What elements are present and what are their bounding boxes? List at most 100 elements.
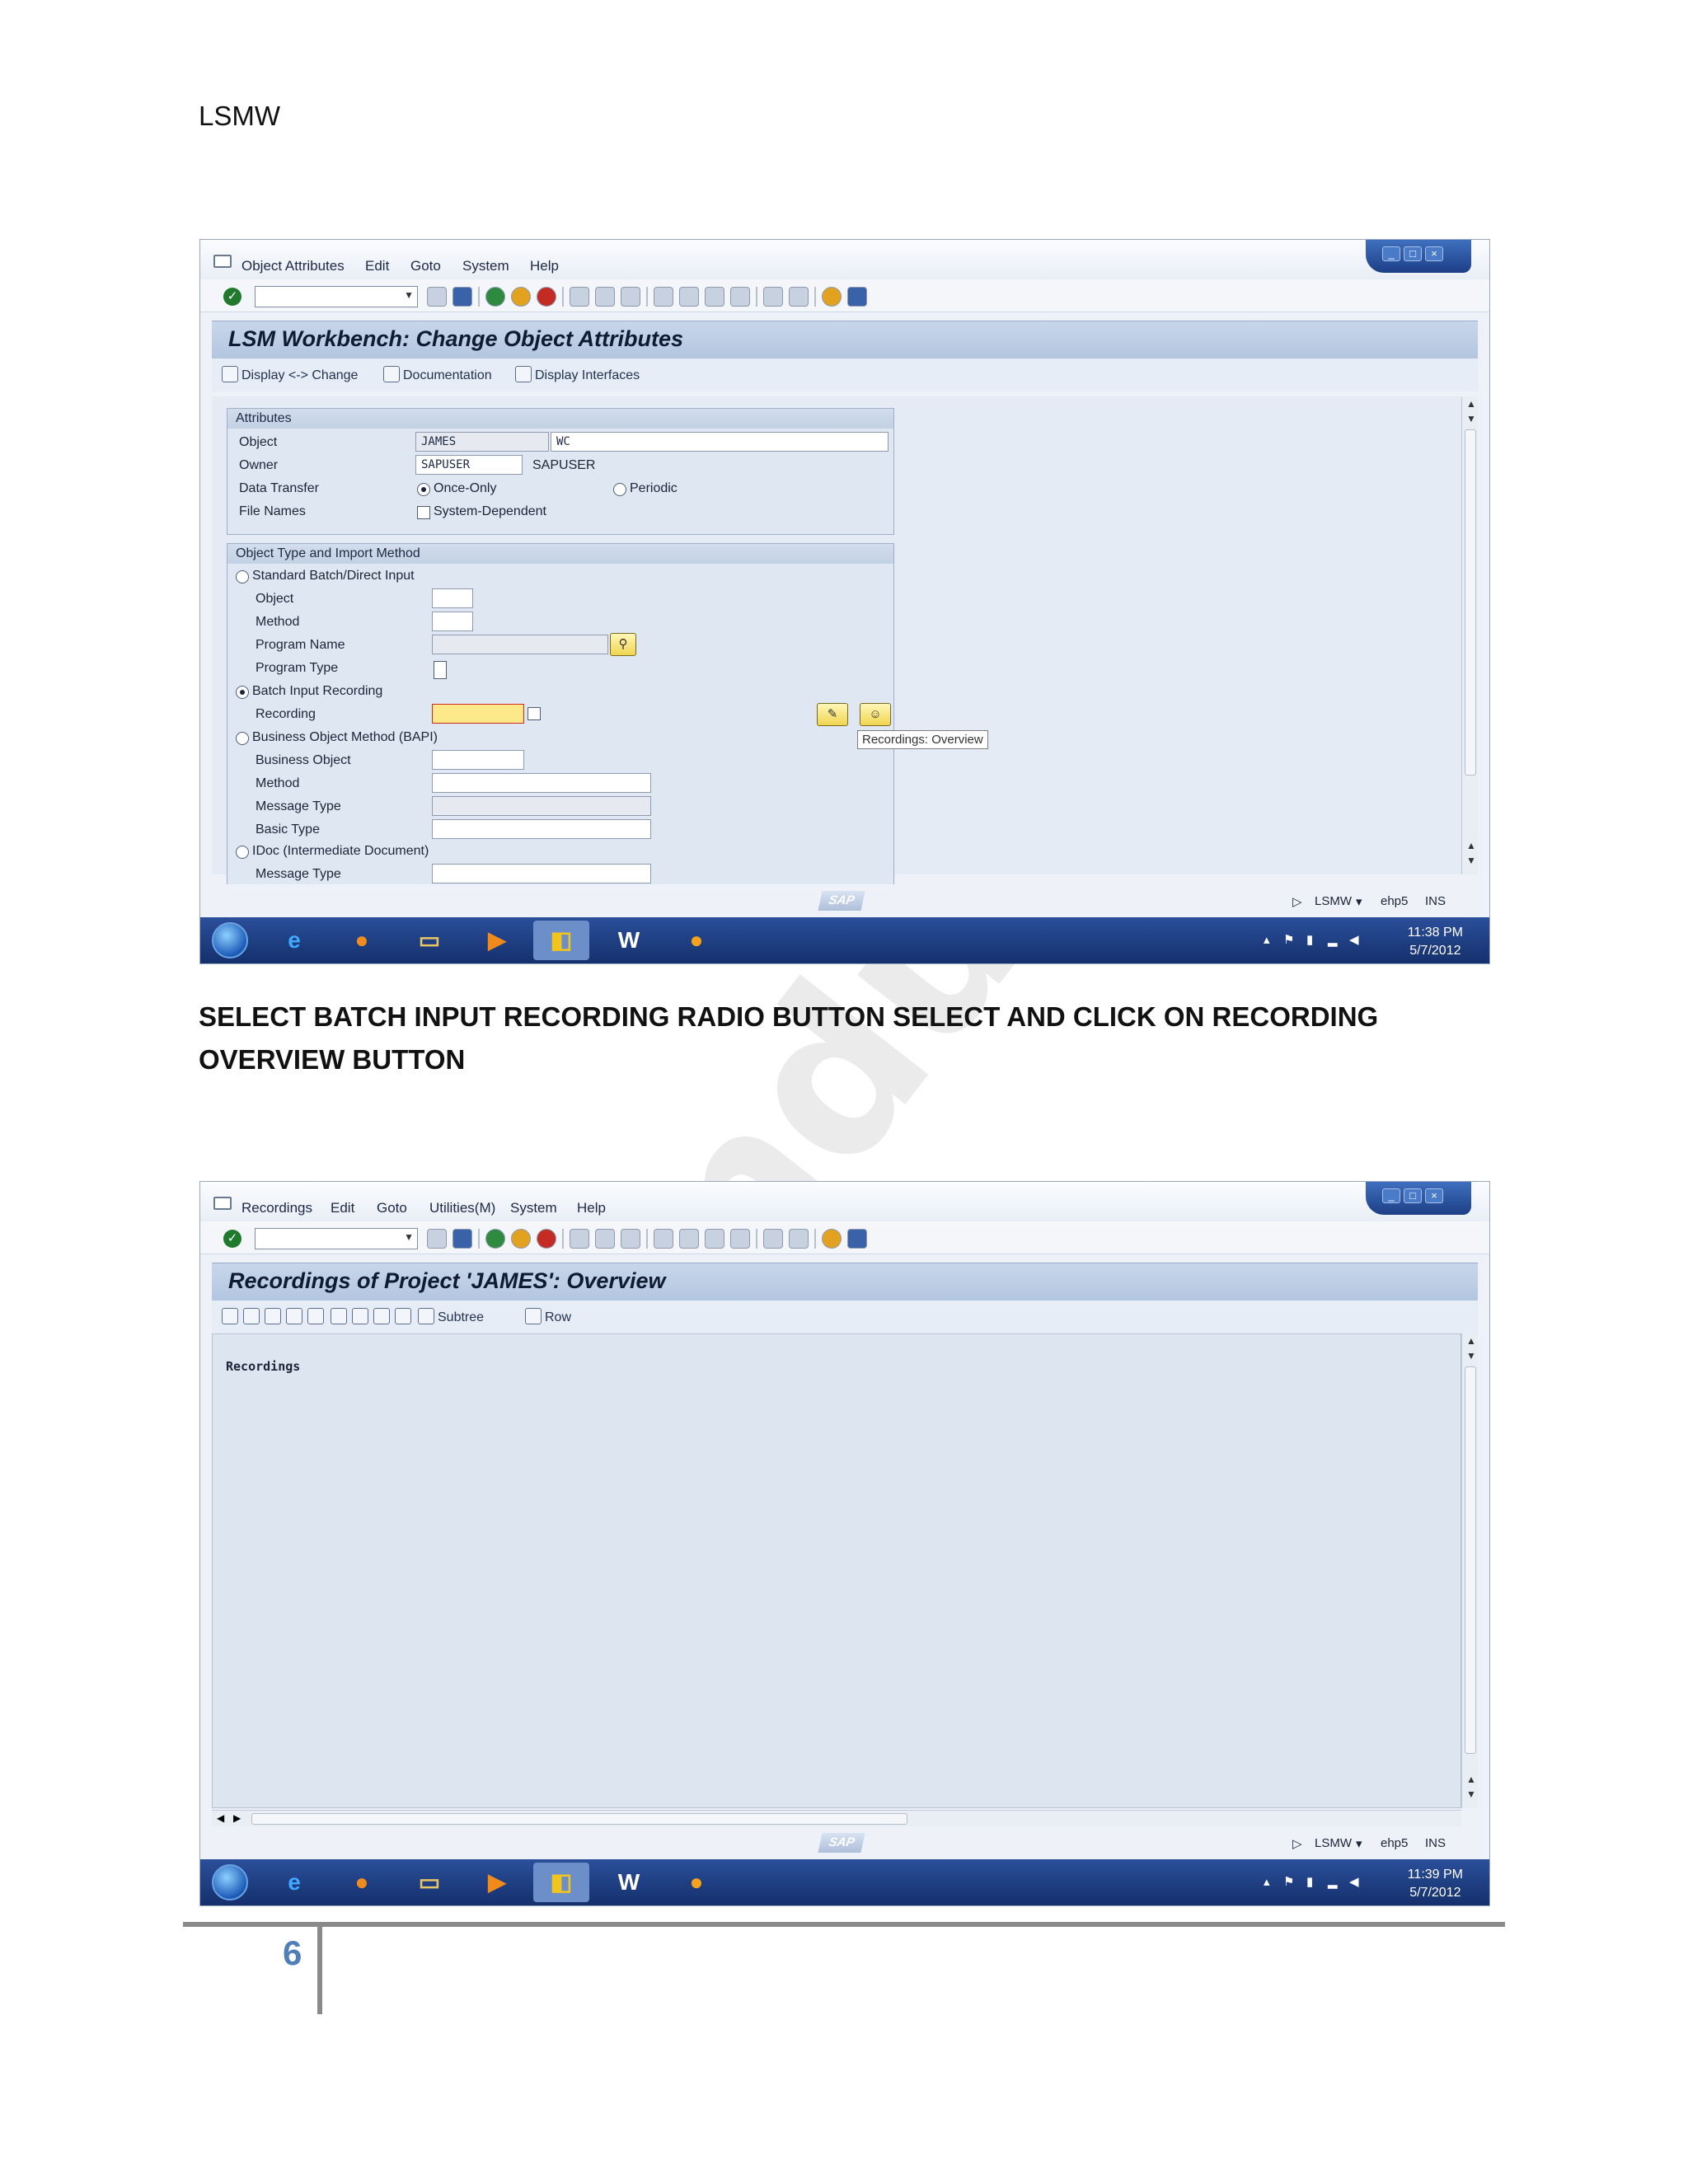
recording-value-help-icon[interactable] <box>528 707 541 720</box>
scroll-left-icon[interactable]: ◀ <box>217 1812 224 1824</box>
create-icon[interactable] <box>222 1308 238 1324</box>
back-icon[interactable] <box>485 1229 505 1249</box>
minimize-icon[interactable]: _ <box>1382 246 1400 261</box>
network-icon[interactable]: ▂ <box>1328 932 1338 947</box>
find-icon[interactable] <box>595 287 615 307</box>
idoc-radio[interactable] <box>236 846 249 859</box>
menu-edit[interactable]: Edit <box>365 258 389 274</box>
subtree-button[interactable]: Subtree <box>438 1310 484 1325</box>
status-expand-icon[interactable]: ▷ <box>1292 1836 1302 1851</box>
batch-input-recording-radio[interactable] <box>236 686 249 699</box>
cancel-icon[interactable] <box>537 1229 556 1249</box>
back-icon[interactable] <box>485 287 505 307</box>
menu-help[interactable]: Help <box>577 1200 606 1216</box>
vertical-scrollbar[interactable]: ▲ ▼ ▲ ▼ <box>1461 396 1478 874</box>
find-next-icon[interactable] <box>621 1229 640 1249</box>
word-icon[interactable]: W <box>601 1863 657 1902</box>
print-icon[interactable] <box>570 1229 589 1249</box>
maximize-icon[interactable]: □ <box>1404 246 1422 261</box>
previous-page-icon[interactable] <box>679 1229 699 1249</box>
start-button[interactable] <box>212 922 248 958</box>
basic-type-field[interactable] <box>432 819 651 839</box>
menu-object-attributes[interactable]: Object Attributes <box>241 258 345 274</box>
standard-batch-radio[interactable] <box>236 570 249 583</box>
firefox-icon[interactable]: ● <box>334 1863 390 1902</box>
next-page-icon[interactable] <box>705 1229 724 1249</box>
first-page-icon[interactable] <box>654 287 673 307</box>
menu-goto[interactable]: Goto <box>410 258 441 274</box>
hierarchy-icon[interactable] <box>352 1308 368 1324</box>
display-icon[interactable] <box>265 1308 281 1324</box>
periodic-radio[interactable] <box>613 483 626 496</box>
program-name-help-icon[interactable]: ⚲ <box>610 633 636 656</box>
back-triangle-icon[interactable] <box>427 287 447 307</box>
new-session-icon[interactable] <box>763 1229 783 1249</box>
previous-page-icon[interactable] <box>679 287 699 307</box>
display-change-button[interactable]: Display <-> Change <box>241 368 358 383</box>
customize-layout-icon[interactable] <box>847 1229 867 1249</box>
action-center-icon[interactable]: ⚑ <box>1283 1874 1294 1889</box>
sap-logon-icon[interactable]: ◧ <box>533 1863 589 1902</box>
subtree-icon[interactable] <box>418 1308 434 1324</box>
delete-icon[interactable] <box>331 1308 347 1324</box>
expand-icon[interactable] <box>373 1308 390 1324</box>
exit-icon[interactable] <box>511 287 531 307</box>
owner-field[interactable]: SAPUSER <box>415 455 523 475</box>
command-field[interactable] <box>255 286 418 307</box>
action-center-icon[interactable]: ⚑ <box>1283 932 1294 947</box>
collapse-icon[interactable] <box>395 1308 411 1324</box>
shortcut-icon[interactable] <box>789 287 809 307</box>
scroll-right-icon[interactable]: ▶ <box>233 1812 241 1824</box>
status-dropdown-icon[interactable]: ▾ <box>1356 1836 1362 1851</box>
network-icon[interactable]: ▂ <box>1328 1874 1338 1889</box>
copy-icon[interactable] <box>286 1308 302 1324</box>
back-triangle-icon[interactable] <box>427 1229 447 1249</box>
firefox-icon[interactable]: ● <box>334 921 390 960</box>
tray-expand-icon[interactable]: ▴ <box>1264 932 1270 947</box>
menu-icon[interactable] <box>213 255 232 268</box>
change-icon[interactable] <box>243 1308 260 1324</box>
status-system[interactable]: LSMW <box>1315 894 1352 908</box>
shortcut-icon[interactable] <box>789 1229 809 1249</box>
recordings-overview-button[interactable]: ☺ <box>860 703 891 726</box>
clock[interactable]: 11:39 PM 5/7/2012 <box>1408 1866 1463 1902</box>
app-icon[interactable]: ● <box>668 1863 724 1902</box>
sb-object-field[interactable] <box>432 588 473 608</box>
tray-expand-icon[interactable]: ▴ <box>1264 1874 1270 1889</box>
status-expand-icon[interactable]: ▷ <box>1292 894 1302 909</box>
business-object-field[interactable] <box>432 750 524 770</box>
start-button[interactable] <box>212 1864 248 1900</box>
internet-explorer-icon[interactable]: e <box>266 921 322 960</box>
save-icon[interactable] <box>452 287 472 307</box>
new-session-icon[interactable] <box>763 287 783 307</box>
close-icon[interactable]: × <box>1425 1188 1443 1203</box>
recordings-tree-root[interactable]: Recordings <box>226 1359 300 1374</box>
power-icon[interactable]: ▮ <box>1306 1874 1313 1889</box>
menu-recordings[interactable]: Recordings <box>241 1200 312 1216</box>
print-icon[interactable] <box>570 287 589 307</box>
horizontal-scrollbar[interactable]: ◀ ▶ <box>212 1810 1461 1826</box>
vertical-scrollbar[interactable]: ▲ ▼ ▲ ▼ <box>1461 1333 1478 1808</box>
create-recording-button[interactable]: ✎ <box>817 703 848 726</box>
power-icon[interactable]: ▮ <box>1306 932 1313 947</box>
menu-help[interactable]: Help <box>530 258 559 274</box>
scroll-thumb[interactable] <box>1465 1366 1476 1754</box>
menu-system[interactable]: System <box>510 1200 557 1216</box>
exit-icon[interactable] <box>511 1229 531 1249</box>
internet-explorer-icon[interactable]: e <box>266 1863 322 1902</box>
close-icon[interactable]: × <box>1425 246 1443 261</box>
media-player-icon[interactable]: ▶ <box>469 1863 525 1902</box>
volume-icon[interactable]: ◀ <box>1349 1874 1359 1889</box>
find-next-icon[interactable] <box>621 287 640 307</box>
volume-icon[interactable]: ◀ <box>1349 932 1359 947</box>
documentation-button[interactable]: Documentation <box>403 368 492 383</box>
cancel-icon[interactable] <box>537 287 556 307</box>
media-player-icon[interactable]: ▶ <box>469 921 525 960</box>
help-icon[interactable] <box>822 287 842 307</box>
display-change-icon[interactable] <box>222 366 238 382</box>
enter-icon[interactable]: ✓ <box>223 1230 241 1248</box>
customize-layout-icon[interactable] <box>847 287 867 307</box>
file-explorer-icon[interactable]: ▭ <box>401 1863 457 1902</box>
find-icon[interactable] <box>595 1229 615 1249</box>
next-page-icon[interactable] <box>705 287 724 307</box>
